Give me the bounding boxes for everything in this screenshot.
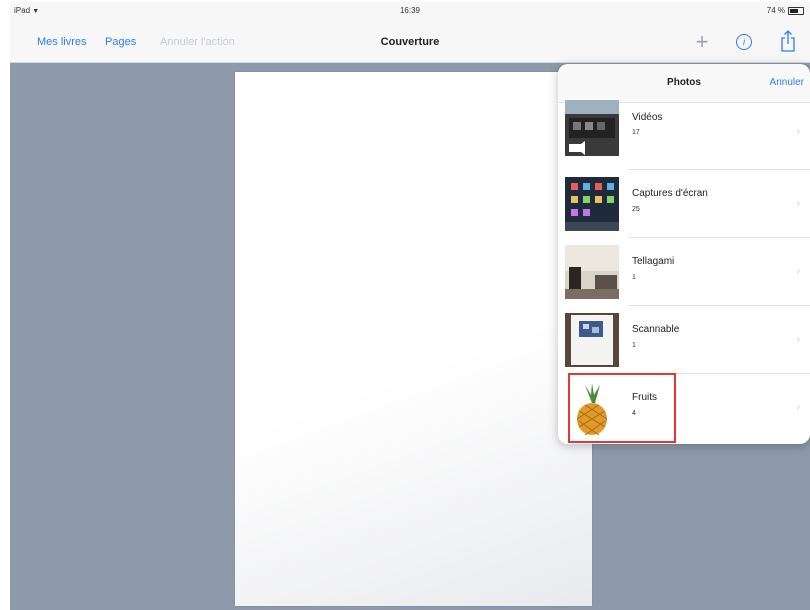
battery-icon bbox=[788, 6, 804, 15]
chevron-right-icon: › bbox=[796, 266, 800, 277]
status-time: 16:39 bbox=[399, 6, 421, 15]
status-bar: iPad ▼ 16:39 74 % bbox=[10, 2, 810, 20]
album-row-tellagami[interactable]: Tellagami 1 › bbox=[558, 238, 810, 306]
album-row-scannable[interactable]: Scannable 1 › bbox=[558, 306, 810, 374]
album-name: Vidéos bbox=[632, 112, 663, 123]
battery-percent: 74 % bbox=[766, 6, 785, 15]
album-row-screenshots[interactable]: Captures d'écran 25 › bbox=[558, 170, 810, 238]
book-page-canvas[interactable] bbox=[235, 72, 592, 606]
album-count: 1 bbox=[632, 274, 636, 281]
chevron-right-icon: › bbox=[796, 126, 800, 137]
album-name: Fruits bbox=[632, 392, 657, 403]
album-thumbnail bbox=[565, 100, 619, 156]
chevron-right-icon: › bbox=[796, 402, 800, 413]
photos-popover: Photos Annuler Vidéos 17 › Captures d'éc… bbox=[558, 64, 810, 444]
navigation-bar: Mes livres Pages Annuler l'action Couver… bbox=[10, 20, 810, 63]
add-icon[interactable]: + bbox=[690, 28, 714, 56]
album-thumbnail bbox=[565, 245, 619, 299]
album-count: 4 bbox=[632, 410, 636, 417]
album-thumbnail bbox=[565, 313, 619, 367]
album-name: Captures d'écran bbox=[632, 188, 708, 199]
album-thumbnail bbox=[565, 381, 619, 435]
share-icon[interactable] bbox=[780, 30, 796, 52]
album-name: Tellagami bbox=[632, 256, 675, 267]
popover-cancel-button[interactable]: Annuler bbox=[770, 77, 804, 88]
album-count: 1 bbox=[632, 342, 636, 349]
info-icon[interactable]: i bbox=[736, 34, 752, 50]
album-count: 25 bbox=[632, 206, 640, 213]
album-count: 17 bbox=[632, 129, 640, 136]
chevron-right-icon: › bbox=[796, 198, 800, 209]
album-row-videos[interactable]: Vidéos 17 › bbox=[558, 100, 810, 170]
album-name: Scannable bbox=[632, 324, 680, 335]
ipad-screen: iPad ▼ 16:39 74 % Mes livres Pages Annul… bbox=[10, 2, 810, 610]
popover-header: Photos Annuler bbox=[558, 64, 810, 103]
album-thumbnail bbox=[565, 177, 619, 231]
album-row-fruits[interactable]: Fruits 4 › bbox=[558, 374, 810, 442]
status-battery: 74 % bbox=[767, 6, 804, 15]
chevron-right-icon: › bbox=[796, 334, 800, 345]
